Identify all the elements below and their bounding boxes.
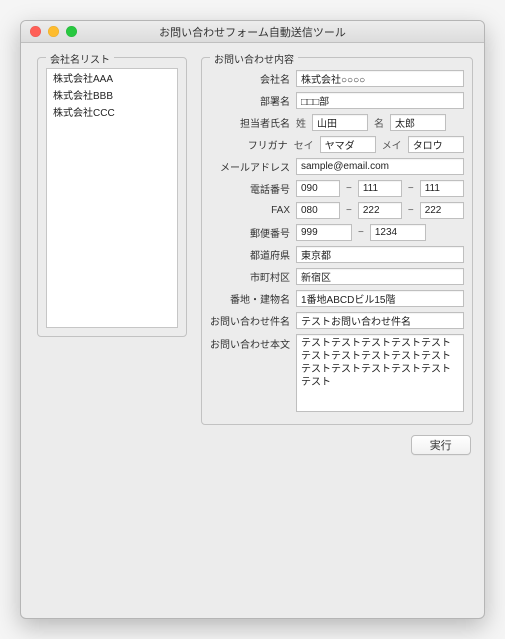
input-prefecture[interactable] [296,246,464,263]
row-phone: 電話番号 − − [210,180,464,197]
input-fax-c[interactable] [420,202,464,219]
row-department: 部署名 [210,92,464,109]
minimize-icon[interactable] [48,26,59,37]
execute-button[interactable]: 実行 [411,435,471,455]
close-icon[interactable] [30,26,41,37]
input-department[interactable] [296,92,464,109]
row-furigana: フリガナ セイ メイ [210,136,464,153]
dash-icon: − [346,205,352,216]
input-phone-c[interactable] [420,180,464,197]
label-company: 会社名 [210,71,290,86]
dash-icon: − [408,183,414,194]
window-title: お問い合わせフォーム自動送信ツール [21,24,484,40]
row-address: 番地・建物名 [210,290,464,307]
traffic-lights [30,26,77,37]
dash-icon: − [346,183,352,194]
zoom-icon[interactable] [66,26,77,37]
input-postal-b[interactable] [370,224,426,241]
label-phone: 電話番号 [210,181,290,196]
label-postal: 郵便番号 [210,225,290,240]
input-address[interactable] [296,290,464,307]
input-last-kana[interactable] [320,136,376,153]
input-postal-a[interactable] [296,224,352,241]
row-postal: 郵便番号 − [210,224,464,241]
input-body[interactable] [296,334,464,412]
row-fax: FAX − − [210,202,464,219]
row-company: 会社名 [210,70,464,87]
input-phone-a[interactable] [296,180,340,197]
app-window: お問い合わせフォーム自動送信ツール 会社名リスト 株式会社AAA 株式会社BBB… [20,20,485,619]
content-area: 会社名リスト 株式会社AAA 株式会社BBB 株式会社CCC お問い合わせ内容 … [21,43,484,618]
input-first-name[interactable] [390,114,446,131]
row-prefecture: 都道府県 [210,246,464,263]
right-column: お問い合わせ内容 会社名 部署名 担当者氏名 姓 名 [201,57,473,455]
dash-icon: − [358,227,364,238]
button-row: 実行 [201,435,473,455]
input-fax-a[interactable] [296,202,340,219]
list-item[interactable]: 株式会社AAA [47,69,177,86]
label-furigana: フリガナ [210,137,288,152]
label-body: お問い合わせ本文 [210,334,290,351]
label-city: 市町村区 [210,269,290,284]
list-item[interactable]: 株式会社BBB [47,86,177,103]
input-city[interactable] [296,268,464,285]
row-city: 市町村区 [210,268,464,285]
input-email[interactable] [296,158,464,175]
company-list-title: 会社名リスト [46,51,114,66]
label-subject: お問い合わせ件名 [210,313,290,328]
input-phone-b[interactable] [358,180,402,197]
row-body: お問い合わせ本文 [210,334,464,412]
row-email: メールアドレス [210,158,464,175]
label-first-kana: メイ [382,137,402,152]
titlebar: お問い合わせフォーム自動送信ツール [21,21,484,43]
label-address: 番地・建物名 [210,291,290,306]
label-contact-name: 担当者氏名 [210,115,290,130]
row-contact-name: 担当者氏名 姓 名 [210,114,464,131]
input-first-kana[interactable] [408,136,464,153]
label-fax: FAX [210,205,290,216]
company-listbox[interactable]: 株式会社AAA 株式会社BBB 株式会社CCC [46,68,178,328]
form-rows: 会社名 部署名 担当者氏名 姓 名 フ [210,68,464,412]
input-subject[interactable] [296,312,464,329]
input-company[interactable] [296,70,464,87]
label-email: メールアドレス [210,159,290,174]
label-last-name: 姓 [296,115,306,130]
input-fax-b[interactable] [358,202,402,219]
label-department: 部署名 [210,93,290,108]
company-list-group: 会社名リスト 株式会社AAA 株式会社BBB 株式会社CCC [37,57,187,337]
list-item[interactable]: 株式会社CCC [47,103,177,120]
dash-icon: − [408,205,414,216]
row-subject: お問い合わせ件名 [210,312,464,329]
input-last-name[interactable] [312,114,368,131]
label-first-name: 名 [374,115,384,130]
label-prefecture: 都道府県 [210,247,290,262]
inquiry-group-title: お問い合わせ内容 [210,51,298,66]
inquiry-group: お問い合わせ内容 会社名 部署名 担当者氏名 姓 名 [201,57,473,425]
label-last-kana: セイ [294,137,314,152]
